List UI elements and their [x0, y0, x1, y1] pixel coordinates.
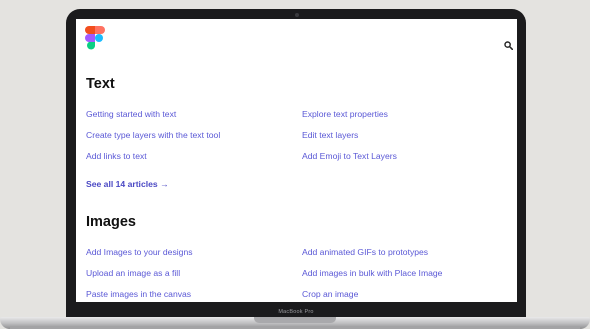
link-add-images-to-designs[interactable]: Add Images to your designs	[86, 247, 193, 257]
link-add-images-in-bulk[interactable]: Add images in bulk with Place Image	[302, 268, 442, 278]
figma-logo-icon[interactable]	[85, 26, 105, 58]
section-title-text: Text	[86, 76, 115, 92]
search-icon[interactable]	[504, 41, 513, 50]
link-explore-text-properties[interactable]: Explore text properties	[302, 109, 388, 119]
camera-icon	[295, 13, 299, 17]
link-upload-image-as-fill[interactable]: Upload an image as a fill	[86, 268, 180, 278]
link-create-type-layers[interactable]: Create type layers with the text tool	[86, 130, 220, 140]
laptop-notch	[254, 317, 336, 323]
link-crop-an-image[interactable]: Crop an image	[302, 289, 358, 299]
link-add-links-to-text[interactable]: Add links to text	[86, 151, 147, 161]
link-edit-text-layers[interactable]: Edit text layers	[302, 130, 358, 140]
link-paste-images-in-canvas[interactable]: Paste images in the canvas	[86, 289, 191, 299]
link-getting-started-with-text[interactable]: Getting started with text	[86, 109, 176, 119]
see-all-articles-link[interactable]: See all 14 articles →	[86, 179, 169, 189]
section-title-images: Images	[86, 214, 136, 230]
device-model-label: MacBook Pro	[278, 309, 314, 315]
link-add-emoji-to-text-layers[interactable]: Add Emoji to Text Layers	[302, 151, 397, 161]
link-add-animated-gifs[interactable]: Add animated GIFs to prototypes	[302, 247, 428, 257]
help-center-page: Text Getting started with text Explore t…	[76, 19, 517, 302]
